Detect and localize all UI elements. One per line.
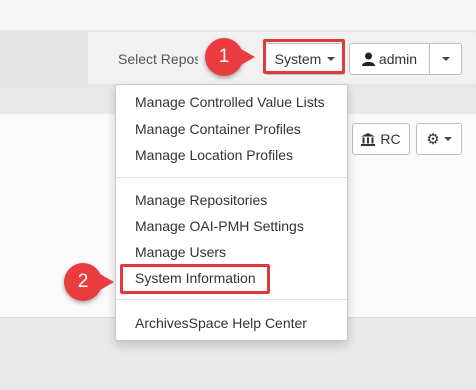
menu-item-controlled-value-lists[interactable]: Manage Controlled Value Lists: [135, 92, 325, 112]
menu-item-repositories[interactable]: Manage Repositories: [135, 190, 267, 210]
chevron-down-icon: [441, 57, 450, 61]
user-menu-toggle[interactable]: [429, 43, 462, 75]
user-menu-button[interactable]: admin: [349, 43, 430, 75]
system-button-highlight: [263, 39, 345, 74]
settings-menu-button[interactable]: ⚙: [416, 123, 462, 155]
step-1-callout: 1: [205, 38, 255, 76]
step-2-callout: 2: [64, 263, 114, 301]
user-icon: [361, 52, 375, 66]
menu-item-container-profiles[interactable]: Manage Container Profiles: [135, 119, 301, 139]
menu-item-oai-pmh-settings[interactable]: Manage OAI-PMH Settings: [135, 216, 304, 236]
repository-button-label: RC: [380, 131, 401, 147]
menu-divider: [116, 177, 347, 178]
repository-button[interactable]: RC: [352, 123, 410, 155]
user-button-label: admin: [378, 51, 418, 67]
menu-item-location-profiles[interactable]: Manage Location Profiles: [135, 145, 293, 165]
menu-item-help-center[interactable]: ArchivesSpace Help Center: [135, 313, 307, 333]
gear-icon: ⚙: [426, 130, 440, 148]
chevron-down-icon: [443, 137, 452, 141]
top-strip: [0, 0, 476, 30]
menu-item-users[interactable]: Manage Users: [135, 242, 226, 262]
bank-icon: [361, 132, 376, 146]
menu-divider: [116, 299, 347, 300]
system-information-highlight: [120, 264, 270, 294]
select-repository-label[interactable]: Select Repository: [118, 51, 198, 67]
